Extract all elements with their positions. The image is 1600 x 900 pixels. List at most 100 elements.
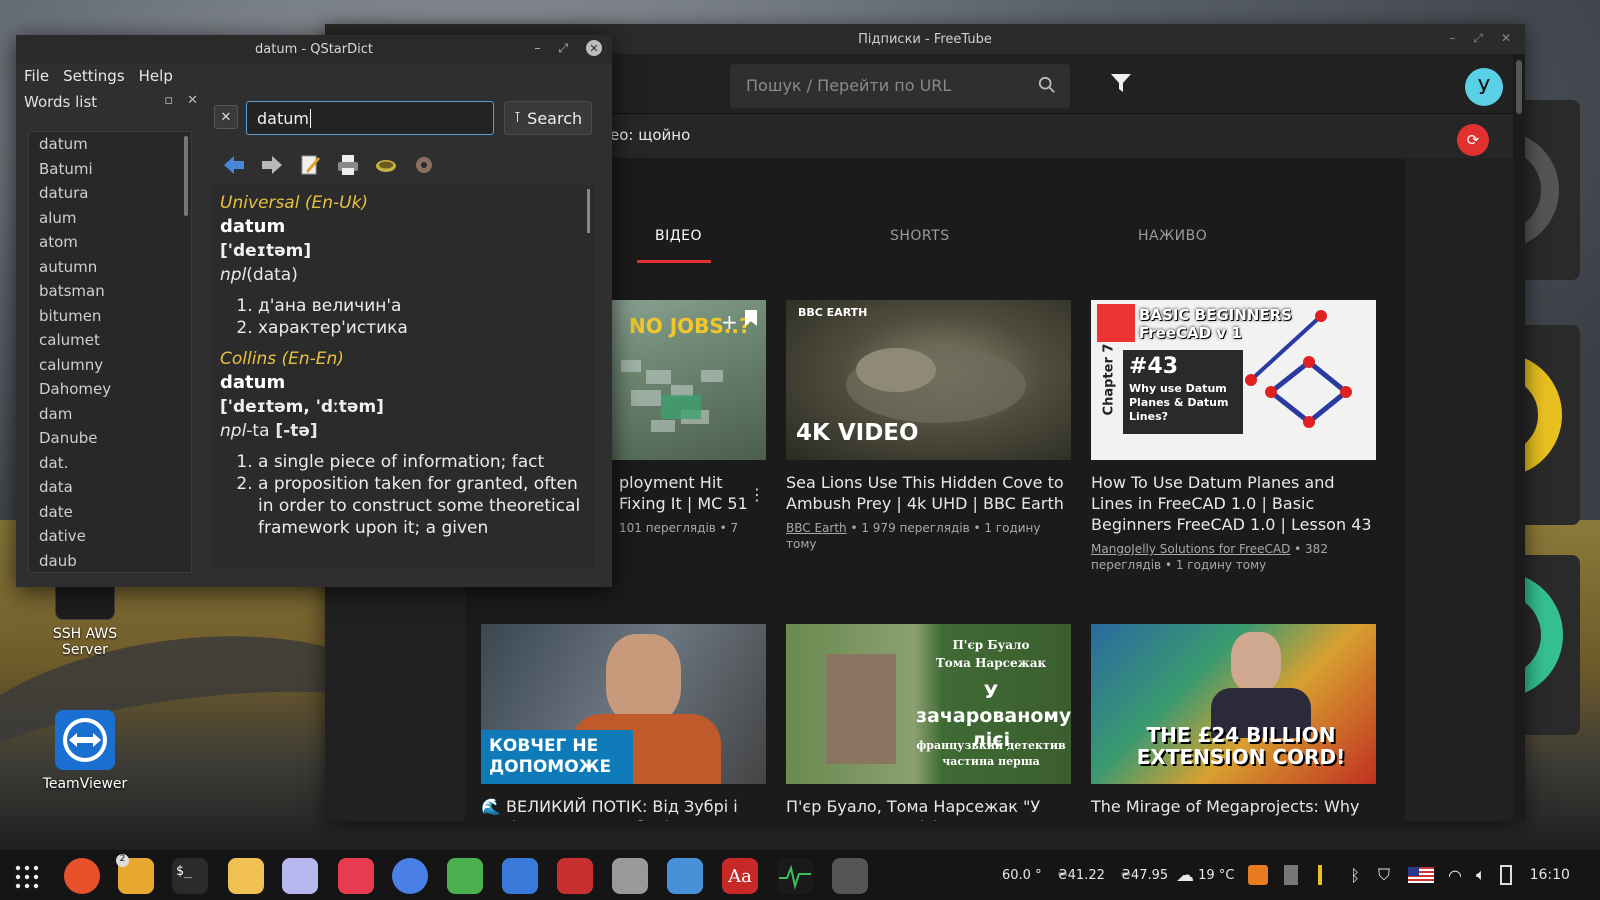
shield-icon[interactable]: ⛉ bbox=[1378, 865, 1390, 885]
terminal-icon[interactable]: $_ bbox=[172, 858, 208, 894]
list-item[interactable]: data bbox=[29, 475, 191, 500]
more-options-icon[interactable]: ⋮ bbox=[749, 485, 765, 504]
remote-icon[interactable] bbox=[557, 858, 593, 894]
wifi-icon[interactable]: ◠ bbox=[1448, 866, 1462, 885]
video-card[interactable]: BBC EARTH 4K VIDEO Sea Lions Use This Hi… bbox=[786, 300, 1071, 552]
pen-icon[interactable] bbox=[1318, 865, 1323, 885]
list-item[interactable]: dat. bbox=[29, 451, 191, 476]
speak-icon[interactable] bbox=[374, 153, 398, 177]
video-card[interactable]: BASIC BEGINNERS FreeCAD v 1 #43 Why use … bbox=[1091, 300, 1376, 573]
list-item[interactable]: dative bbox=[29, 524, 191, 549]
back-arrow-icon[interactable] bbox=[222, 153, 246, 177]
tab-shorts[interactable]: SHORTS bbox=[890, 228, 950, 244]
dictionaries-settings-icon[interactable] bbox=[412, 153, 436, 177]
desktop-icon-teamviewer[interactable]: TeamViewer bbox=[30, 710, 140, 792]
refresh-button[interactable]: ⟳ bbox=[1457, 124, 1489, 156]
filter-icon[interactable] bbox=[1110, 72, 1132, 94]
list-item[interactable]: calumny bbox=[29, 353, 191, 378]
list-item[interactable]: autumn bbox=[29, 255, 191, 280]
video-thumbnail[interactable]: THE £24 BILLION EXTENSION CORD! bbox=[1091, 624, 1376, 784]
scrollbar[interactable] bbox=[1513, 54, 1525, 821]
menu-help[interactable]: Help bbox=[139, 67, 173, 87]
tab-live[interactable]: НАЖИВО bbox=[1138, 228, 1207, 244]
clock[interactable]: 16:10 bbox=[1530, 867, 1570, 883]
menu-settings[interactable]: Settings bbox=[63, 67, 125, 87]
list-item[interactable]: Dahomey bbox=[29, 377, 191, 402]
close-icon[interactable]: ✕ bbox=[1501, 31, 1511, 46]
list-item[interactable]: Danube bbox=[29, 426, 191, 451]
list-item[interactable]: datura bbox=[29, 181, 191, 206]
maximize-icon[interactable]: ⤢ bbox=[1473, 31, 1483, 46]
keyboard-layout-flag-icon[interactable] bbox=[1408, 867, 1435, 883]
edit-icon[interactable] bbox=[298, 153, 322, 177]
list-item[interactable]: atom bbox=[29, 230, 191, 255]
video-title[interactable]: 🌊 ВЕЛИКИЙ ПОТІК: Від Зубрі і Сокільник д… bbox=[481, 796, 766, 821]
volume-icon[interactable]: 🔈︎ bbox=[1476, 865, 1486, 885]
search-input[interactable]: datum bbox=[246, 101, 494, 135]
video-title[interactable]: How To Use Datum Planes and Lines in Fre… bbox=[1091, 472, 1376, 535]
undock-icon[interactable]: ▫ bbox=[164, 93, 173, 108]
list-item[interactable]: alum bbox=[29, 206, 191, 231]
add-to-playlist-icon[interactable]: + bbox=[721, 310, 738, 334]
print-icon[interactable] bbox=[336, 153, 360, 177]
clear-button[interactable]: ✕ bbox=[214, 105, 238, 129]
system-monitor-icon[interactable] bbox=[777, 858, 813, 894]
words-list[interactable]: datum Batumi datura alum atom autumn bat… bbox=[28, 131, 192, 573]
search-button[interactable]: ⊺ Search bbox=[504, 101, 592, 135]
list-item[interactable]: calumet bbox=[29, 328, 191, 353]
calculator-icon[interactable] bbox=[832, 858, 868, 894]
list-item[interactable]: daub bbox=[29, 549, 191, 573]
camera-icon[interactable] bbox=[667, 858, 703, 894]
vscode-icon[interactable] bbox=[502, 858, 538, 894]
tab-videos[interactable]: ВІДЕО bbox=[655, 228, 702, 244]
weather-icon[interactable]: ☁ bbox=[1176, 865, 1194, 886]
chat-icon[interactable] bbox=[392, 858, 428, 894]
video-thumbnail[interactable]: КОВЧЕГ НЕ ДОПОМОЖЕ bbox=[481, 624, 766, 784]
bluetooth-icon[interactable]: ᛒ bbox=[1350, 866, 1360, 885]
video-card[interactable]: THE £24 BILLION EXTENSION CORD! The Mira… bbox=[1091, 624, 1376, 821]
avatar[interactable]: У bbox=[1465, 68, 1503, 106]
minimize-icon[interactable]: – bbox=[1449, 31, 1455, 46]
channel-link[interactable]: BBC Earth bbox=[786, 521, 847, 535]
scrollbar[interactable] bbox=[587, 189, 590, 233]
maximize-icon[interactable]: ⤢ bbox=[558, 41, 568, 56]
close-icon[interactable]: ✕ bbox=[586, 40, 602, 56]
translation-view[interactable]: Universal (En-Uk) datum ['deɪtəm] npl(da… bbox=[212, 185, 594, 567]
video-title[interactable]: П'єр Буало, Тома Нарсежак "У зачарованом… bbox=[786, 796, 1071, 821]
video-thumbnail[interactable]: BBC EARTH 4K VIDEO bbox=[786, 300, 1071, 460]
qstardict-window: datum - QStarDict – ⤢ ✕ File Settings He… bbox=[16, 35, 612, 587]
video-thumbnail[interactable]: BASIC BEGINNERS FreeCAD v 1 #43 Why use … bbox=[1091, 300, 1376, 460]
files-icon[interactable]: 2 bbox=[116, 854, 154, 894]
video-card[interactable]: КОВЧЕГ НЕ ДОПОМОЖЕ 🌊 ВЕЛИКИЙ ПОТІК: Від … bbox=[481, 624, 766, 821]
dictionary-app-icon[interactable]: Aa bbox=[722, 858, 758, 894]
rss-icon[interactable] bbox=[1248, 865, 1269, 885]
list-item[interactable]: bitumen bbox=[29, 304, 191, 329]
video-card[interactable]: П'єр Буало Тома Нарсежак У зачарованому … bbox=[786, 624, 1071, 821]
video-title[interactable]: The Mirage of Megaprojects: Why the West… bbox=[1091, 796, 1376, 821]
video-title[interactable]: Sea Lions Use This Hidden Cove to Ambush… bbox=[786, 472, 1071, 514]
app-grid-icon[interactable] bbox=[14, 864, 40, 890]
notes-icon[interactable] bbox=[282, 858, 318, 894]
minimize-icon[interactable]: – bbox=[534, 41, 540, 55]
list-item[interactable]: date bbox=[29, 500, 191, 525]
list-item[interactable]: datum bbox=[29, 132, 191, 157]
battery-icon[interactable] bbox=[1499, 865, 1512, 885]
video-thumbnail[interactable]: П'єр Буало Тома Нарсежак У зачарованому … bbox=[786, 624, 1071, 784]
forward-arrow-icon[interactable] bbox=[260, 153, 284, 177]
list-item[interactable]: Batumi bbox=[29, 157, 191, 182]
close-icon[interactable]: ✕ bbox=[187, 93, 198, 108]
search-input[interactable]: Пошук / Перейти по URL bbox=[730, 64, 1070, 108]
firefox-icon[interactable] bbox=[64, 858, 100, 894]
search-icon[interactable] bbox=[1038, 76, 1056, 94]
keys-icon[interactable] bbox=[447, 858, 483, 894]
mail-icon[interactable] bbox=[228, 858, 264, 894]
planner-icon[interactable] bbox=[338, 858, 374, 894]
list-item[interactable]: batsman bbox=[29, 279, 191, 304]
list-item[interactable]: dam bbox=[29, 402, 191, 427]
volume-app-icon[interactable] bbox=[612, 858, 648, 894]
scrollbar[interactable] bbox=[184, 136, 188, 216]
refresh-icon: ⟳ bbox=[1466, 131, 1480, 149]
channel-link[interactable]: MangoJelly Solutions for FreeCAD bbox=[1091, 542, 1290, 556]
drive-icon[interactable] bbox=[1284, 865, 1299, 885]
menu-file[interactable]: File bbox=[24, 67, 49, 87]
